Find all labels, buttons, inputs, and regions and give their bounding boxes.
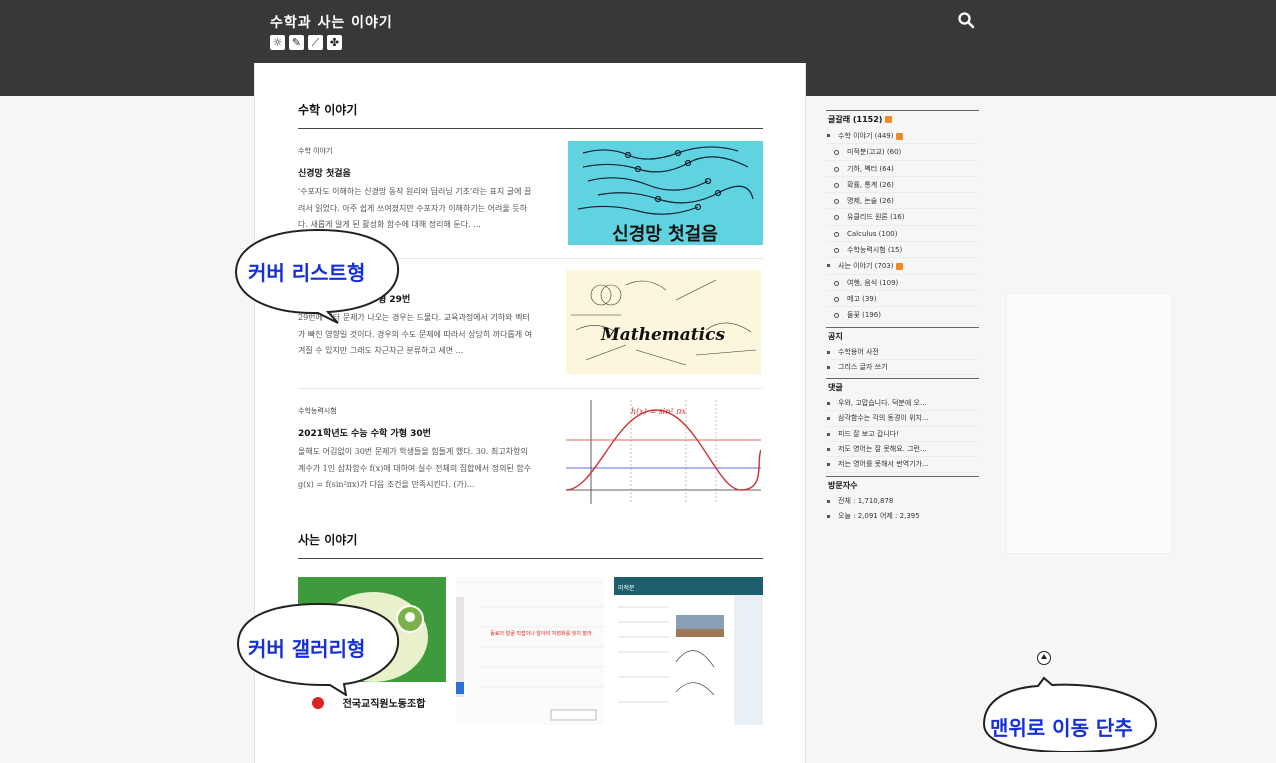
post-title[interactable]: 2021학년도 수능 수학 가형 30번 [298, 426, 431, 439]
search-icon[interactable] [957, 11, 975, 29]
thumbnail-caption: Mathematics [600, 325, 726, 345]
gallery-thumbnail[interactable]: 동료의 얼굴 직접이나 알아야 지점화를 잊지 말라 [456, 577, 604, 725]
brand-icon-row: ☼ ✎ ⟋ ✤ [270, 35, 342, 50]
comment-item[interactable]: 저도 영어는 잘 못해요. 그런... [826, 442, 979, 458]
section-divider [298, 558, 763, 559]
comment-item[interactable]: 우와, 고맙습니다. 덕분에 오... [826, 396, 979, 412]
comment-item[interactable]: 저는 영어를 못해서 번역기가... [826, 457, 979, 473]
post-thumbnail-sine-graph[interactable]: h(x) = sin² πx [566, 400, 761, 504]
category-item[interactable]: 들꽃 (196) [826, 307, 979, 324]
post-separator [298, 388, 763, 389]
category-item[interactable]: 여행, 음식 (109) [826, 275, 979, 291]
gallery-thumbnail[interactable]: 미적분 [614, 577, 763, 725]
blog-title[interactable]: 수학과 사는 이야기 [270, 12, 393, 32]
comment-item[interactable]: 피드 잘 보고 갑니다! [826, 427, 979, 443]
category-item[interactable]: 수학능력시험 (15) [826, 242, 979, 259]
rss-icon[interactable] [896, 262, 904, 270]
notice-item[interactable]: 그리스 글자 쓰기 [826, 360, 979, 376]
thumbnail-caption: 전국교직원노동조합 [343, 697, 427, 710]
comment-heading: 댓글 [826, 378, 979, 396]
annotation-cover-gallery: 커버 갤러리형 [248, 637, 366, 661]
visitor-stats: 전체 : 1,710,878 오늘 : 2,091 어제 : 2,395 [826, 494, 979, 525]
thumbnail-caption: h(x) = sin² πx [631, 407, 687, 416]
category-item[interactable]: Calculus (100) [826, 226, 979, 243]
category-item[interactable]: 미적분(고교) (60) [826, 144, 979, 161]
rss-icon[interactable] [885, 116, 893, 123]
faint-widget-area [1006, 293, 1172, 554]
visitor-total: 전체 : 1,710,878 [826, 494, 979, 509]
section-divider [298, 128, 763, 129]
category-item[interactable]: 명제, 논술 (26) [826, 193, 979, 210]
pencil-icon[interactable]: ✎ [289, 35, 304, 50]
notice-item[interactable]: 수학용어 사전 [826, 345, 979, 360]
comment-list: 우와, 고맙습니다. 덕분에 오... 삼각함수는 각의 동경이 위치... 피… [826, 396, 979, 473]
notice-list: 수학용어 사전 그리스 글자 쓰기 [826, 345, 979, 376]
sidebar: 글갈래 (1152) 수학 이야기 (449) 미적분(고교) (60) 기하,… [826, 110, 979, 527]
category-heading[interactable]: 글갈래 (1152) [826, 110, 979, 128]
thumbnail-caption: 동료의 얼굴 직접이나 알아야 지점화를 잊지 말라 [490, 630, 592, 637]
rss-icon[interactable] [896, 132, 904, 140]
post-category[interactable]: 수학능력시험 [298, 406, 337, 416]
paw-icon[interactable]: ✤ [327, 35, 342, 50]
category-item[interactable]: 사는 이야기 (703) [826, 258, 979, 275]
post-thumbnail-neural-net[interactable]: 신경망 첫걸음 [568, 141, 763, 245]
category-item[interactable]: 기하, 벡터 (64) [826, 161, 979, 177]
comment-item[interactable]: 삼각함수는 각의 동경이 위치... [826, 411, 979, 427]
category-item[interactable]: 메고 (39) [826, 291, 979, 308]
ruler-icon[interactable]: ⟋ [308, 35, 323, 50]
category-item[interactable]: 유클리드 원론 (16) [826, 209, 979, 226]
visitor-today: 오늘 : 2,091 어제 : 2,395 [826, 509, 979, 524]
annotation-cover-list: 커버 리스트형 [248, 261, 366, 285]
post-excerpt: 올해도 어김없이 30번 문제가 학생들을 힘들게 했다. 30. 최고차항의 … [298, 447, 532, 489]
notice-heading: 공지 [826, 326, 979, 345]
section-title-math[interactable]: 수학 이야기 [298, 101, 357, 118]
category-item[interactable]: 수학 이야기 (449) [826, 128, 979, 145]
section-title-life[interactable]: 사는 이야기 [298, 531, 357, 548]
post-title[interactable]: 신경망 첫걸음 [298, 166, 351, 179]
post-category[interactable]: 수학 이야기 [298, 146, 332, 156]
annotation-back-to-top: 맨위로 이동 단추 [990, 716, 1133, 740]
category-list: 수학 이야기 (449) 미적분(고교) (60) 기하, 벡터 (64) 확률… [826, 128, 979, 324]
category-item[interactable]: 확률, 통계 (26) [826, 177, 979, 194]
post-item[interactable]: 수학능력시험 2021학년도 수능 수학 가형 30번 올해도 어김없이 30번… [298, 400, 763, 516]
thumbnail-caption: 신경망 첫걸음 [612, 223, 718, 245]
sun-icon[interactable]: ☼ [270, 35, 285, 50]
visitor-heading: 방문자수 [826, 475, 979, 494]
back-to-top-button[interactable] [1037, 651, 1051, 665]
post-thumbnail-mathematics[interactable]: Mathematics [566, 270, 761, 374]
thumbnail-caption: 미적분 [618, 584, 635, 592]
